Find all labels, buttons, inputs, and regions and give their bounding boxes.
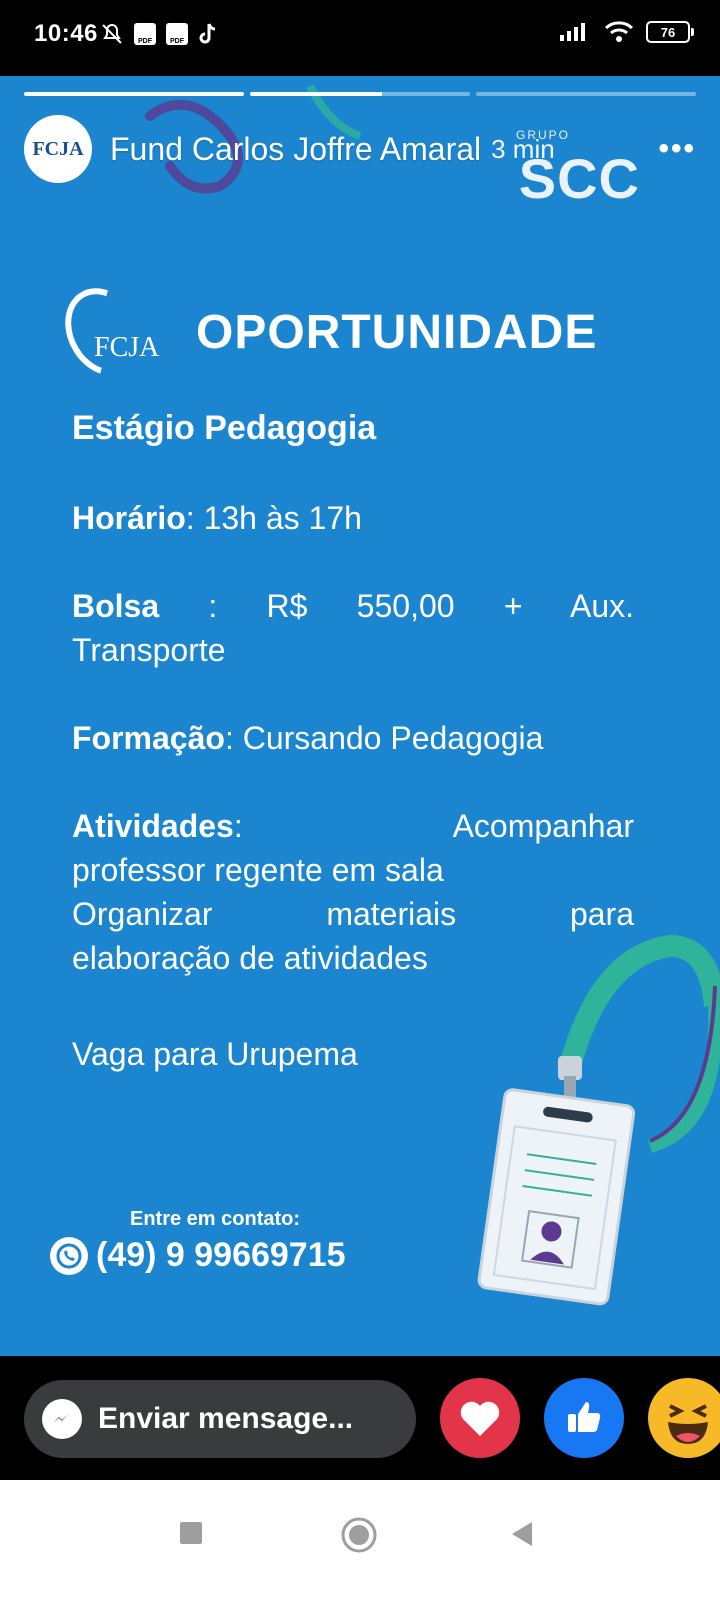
- battery-level: 76: [660, 24, 676, 40]
- contact-label: Entre em contato:: [130, 1208, 301, 1230]
- id-badge-illustration: [477, 934, 720, 1306]
- wifi-icon: [604, 21, 634, 42]
- story-progress: [24, 92, 696, 96]
- fcja-logo-text: FCJA: [94, 332, 160, 363]
- status-icons-right: 76: [558, 20, 694, 44]
- progress-segment: [250, 92, 470, 96]
- progress-segment: [476, 92, 696, 96]
- more-options-icon[interactable]: •••: [658, 132, 696, 166]
- atividades-line1-tail: : Acompanhar: [233, 808, 634, 844]
- tiktok-icon: [199, 23, 216, 44]
- formacao-label: Formação: [72, 720, 225, 756]
- story-reply-bar: Enviar mensage...: [0, 1356, 720, 1480]
- haha-reaction-button[interactable]: [648, 1378, 720, 1458]
- like-icon: [568, 1402, 601, 1432]
- haha-icon: [668, 1404, 708, 1444]
- fcja-logo: FCJA: [49, 274, 168, 390]
- back-button[interactable]: [508, 1520, 534, 1548]
- story-view[interactable]: GRUPO SCC FCJA Fund Carlos Joffre Amaral…: [0, 76, 720, 1356]
- messenger-icon: [42, 1399, 82, 1439]
- story-author[interactable]: Fund Carlos Joffre Amaral: [110, 131, 481, 168]
- horario-value: : 13h às 17h: [185, 500, 362, 536]
- story-header: FCJA Fund Carlos Joffre Amaral 3 min •••: [24, 114, 696, 184]
- avatar[interactable]: FCJA: [24, 115, 92, 183]
- system-nav-bar: [0, 1480, 720, 1600]
- flyer-title: Estágio Pedagogia: [72, 409, 377, 447]
- status-time: 10:46: [34, 20, 98, 47]
- status-icons-left: PDF PDF: [100, 22, 218, 46]
- message-input[interactable]: Enviar mensage...: [24, 1380, 416, 1458]
- mute-icon: [102, 23, 122, 44]
- heart-icon: [460, 1401, 500, 1436]
- heart-reaction-button[interactable]: [440, 1378, 520, 1458]
- horario-label: Horário: [72, 500, 186, 536]
- contact-phone[interactable]: (49) 9 99669715: [96, 1236, 346, 1275]
- pdf-icon: PDF: [166, 23, 188, 45]
- atividades-line2: professor regente em sala: [72, 852, 444, 888]
- status-bar: 10:46 PDF PDF 76: [0, 0, 720, 76]
- progress-segment: [24, 92, 244, 96]
- message-placeholder: Enviar mensage...: [98, 1402, 354, 1435]
- whatsapp-icon: [50, 1236, 88, 1275]
- story-time: 3 min: [491, 133, 555, 164]
- signal-icon: [560, 23, 585, 41]
- atividades-line1: Atividades: Acompanhar: [72, 804, 634, 848]
- bolsa-line: Bolsa : R$ 550,00 + Aux. Transporte: [72, 584, 634, 672]
- bolsa-label: Bolsa: [72, 588, 160, 624]
- flyer-heading-row: FCJA OPORTUNIDADE: [49, 274, 598, 390]
- pdf-icon: PDF: [134, 23, 156, 45]
- flyer-heading: OPORTUNIDADE: [196, 305, 598, 359]
- formacao-line: Formação: Cursando Pedagogia: [72, 716, 634, 760]
- formacao-value: : Cursando Pedagogia: [224, 720, 544, 756]
- horario-line: Horário: 13h às 17h: [72, 496, 634, 540]
- phone-row: (49) 9 99669715: [50, 1236, 346, 1275]
- recents-button[interactable]: [178, 1520, 204, 1546]
- battery-icon: 76: [646, 21, 694, 43]
- home-button[interactable]: [340, 1516, 378, 1554]
- like-reaction-button[interactable]: [544, 1378, 624, 1458]
- atividades-label: Atividades: [72, 808, 234, 844]
